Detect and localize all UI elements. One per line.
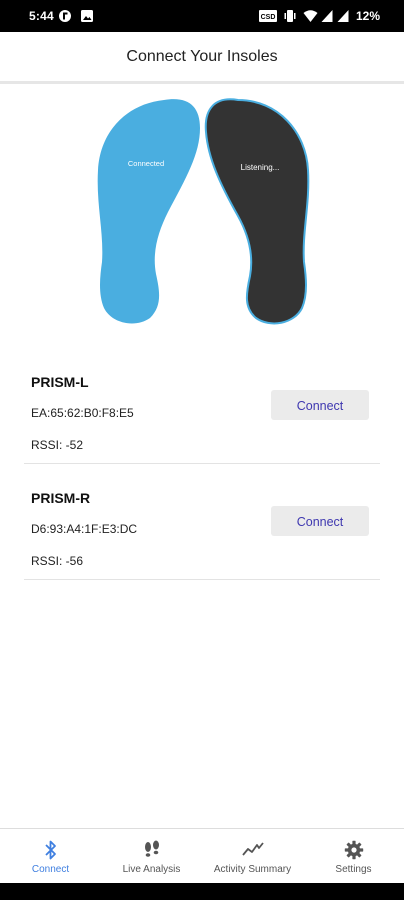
bluetooth-icon	[44, 840, 56, 860]
image-notification-icon	[81, 10, 93, 22]
right-insole-status: Listening...	[241, 163, 280, 172]
right-insole	[204, 98, 310, 325]
connect-button-prism-r[interactable]: Connect	[271, 506, 369, 536]
signal-icon	[337, 10, 349, 22]
battery-percent: 12%	[355, 9, 380, 23]
device-mac-address: EA:65:62:B0:F8:E5	[31, 406, 134, 420]
device-rssi: RSSI: -52	[31, 438, 84, 452]
device-name: PRISM-L	[31, 374, 89, 390]
left-insole-status: Connected	[128, 159, 164, 168]
footprints-icon	[144, 840, 159, 857]
device-row: PRISM-L EA:65:62:B0:F8:E5 RSSI: -52 Conn…	[24, 352, 380, 464]
nav-item-connect[interactable]: Connect	[0, 829, 101, 884]
system-gesture-bar	[0, 883, 404, 900]
vibrate-icon	[284, 10, 296, 22]
nav-label: Connect	[31, 864, 70, 875]
nav-item-activity-summary[interactable]: Activity Summary	[202, 829, 303, 884]
app-notification-icon	[59, 10, 71, 22]
device-name: PRISM-R	[31, 490, 91, 506]
wifi-icon	[303, 10, 318, 22]
app-header: Connect Your Insoles	[0, 32, 404, 84]
left-insole	[97, 99, 200, 324]
connect-button-prism-l[interactable]: Connect	[271, 390, 369, 420]
device-mac-address: D6:93:A4:1F:E3:DC	[31, 522, 138, 536]
nav-item-settings[interactable]: Settings	[303, 829, 404, 884]
bottom-navigation: Connect Live Analysis Activity Summary S…	[0, 828, 404, 883]
page-title: Connect Your Insoles	[126, 48, 278, 65]
insoles-illustration: Connected Listening...	[97, 98, 310, 325]
device-rssi: RSSI: -56	[31, 554, 84, 568]
nav-label: Live Analysis	[122, 864, 181, 875]
device-row: PRISM-R D6:93:A4:1F:E3:DC RSSI: -56 Conn…	[24, 468, 380, 580]
svg-text:CSD: CSD	[261, 14, 276, 21]
chart-line-icon	[241, 842, 264, 856]
status-bar: 5:44 CSD 12%	[0, 0, 404, 32]
signal-icon	[321, 10, 333, 22]
status-time: 5:44	[29, 9, 54, 23]
nav-item-live-analysis[interactable]: Live Analysis	[101, 829, 202, 884]
nfc-icon: CSD	[259, 10, 277, 22]
gear-icon	[344, 840, 363, 860]
nav-label: Settings	[335, 864, 372, 875]
nav-label: Activity Summary	[213, 864, 292, 875]
app-screen: 5:44 CSD 12% Connect Your Insoles Connec…	[0, 0, 404, 900]
